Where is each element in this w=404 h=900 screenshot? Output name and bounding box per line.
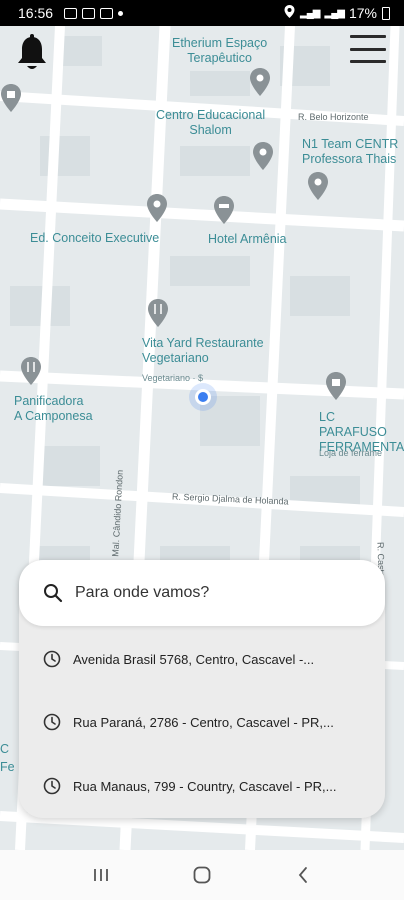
search-icon (44, 584, 63, 603)
place-pin-icon[interactable] (307, 172, 329, 200)
notification-bell-icon[interactable] (14, 34, 50, 74)
recent-destination-label: Rua Manaus, 799 - Country, Cascavel - PR… (73, 778, 337, 794)
status-bar: 16:56 ▂▄▆ ▂▄▆ 17% (0, 0, 404, 26)
destination-search-bar[interactable]: Para onde vamos? (19, 560, 385, 626)
search-placeholder: Para onde vamos? (75, 584, 210, 601)
history-clock-icon (43, 713, 61, 731)
gallery-icon (100, 7, 114, 19)
menu-button[interactable] (350, 33, 386, 65)
place-subtitle: Loja de ferrame (319, 448, 383, 458)
restaurant-pin-icon[interactable] (147, 299, 169, 327)
place-label: Ed. Conceito Executive (30, 231, 160, 245)
back-button[interactable] (288, 860, 318, 890)
history-clock-icon (43, 650, 61, 668)
menu-line (350, 35, 386, 38)
recent-apps-button[interactable] (86, 860, 116, 890)
menu-line (350, 60, 386, 63)
place-label: Centro Educacional Shalom (156, 108, 266, 137)
destination-panel: Para onde vamos? Avenida Brasil 5768, Ce… (19, 560, 385, 818)
menu-line (350, 47, 386, 51)
mail-icon (82, 7, 96, 19)
recent-destination-label: Avenida Brasil 5768, Centro, Cascavel -.… (73, 651, 315, 667)
signal-icon: ▂▄▆ (300, 7, 320, 19)
location-status-icon (284, 5, 295, 21)
history-clock-icon (43, 777, 61, 795)
place-subtitle: Vegetariano · $ (142, 373, 204, 383)
home-icon (193, 866, 211, 884)
recent-destination-item[interactable]: Avenida Brasil 5768, Centro, Cascavel -.… (19, 629, 385, 689)
place-label: Etherium Espaço Terapêutico (172, 36, 268, 65)
recent-destination-label: Rua Paraná, 2786 - Centro, Cascavel - PR… (73, 714, 334, 730)
place-label: Fe (0, 760, 15, 774)
battery-percent: 17% (348, 5, 377, 21)
current-location-marker (195, 389, 211, 405)
place-pin-icon[interactable] (146, 194, 168, 222)
notification-icon (64, 7, 78, 19)
shop-pin-icon[interactable] (325, 372, 347, 400)
back-icon (299, 867, 308, 883)
shop-pin-icon[interactable] (0, 84, 22, 112)
hotel-pin-icon[interactable] (213, 196, 235, 224)
system-navigation-bar (0, 850, 404, 900)
place-pin-icon[interactable] (249, 68, 271, 96)
place-label: N1 Team CENTR Professora Thais (302, 137, 399, 166)
place-label: Panificadora A Camponesa (14, 394, 93, 423)
place-label: Hotel Armênia (208, 232, 287, 246)
bakery-pin-icon[interactable] (20, 357, 42, 385)
recent-apps-icon (93, 869, 108, 881)
street-label: R. Belo Horizonte (298, 112, 369, 122)
status-time: 16:56 (18, 5, 54, 21)
home-button[interactable] (187, 860, 217, 890)
recent-destination-item[interactable]: Rua Manaus, 799 - Country, Cascavel - PR… (19, 756, 385, 816)
place-label: C (0, 742, 10, 756)
recent-destination-item[interactable]: Rua Paraná, 2786 - Centro, Cascavel - PR… (19, 692, 385, 752)
place-label: Vita Yard Restaurante Vegetariano (142, 336, 264, 365)
place-pin-icon[interactable] (252, 142, 274, 170)
battery-icon (382, 6, 390, 20)
more-notifications-icon (118, 10, 124, 16)
signal-icon-2: ▂▄▆ (324, 7, 345, 19)
